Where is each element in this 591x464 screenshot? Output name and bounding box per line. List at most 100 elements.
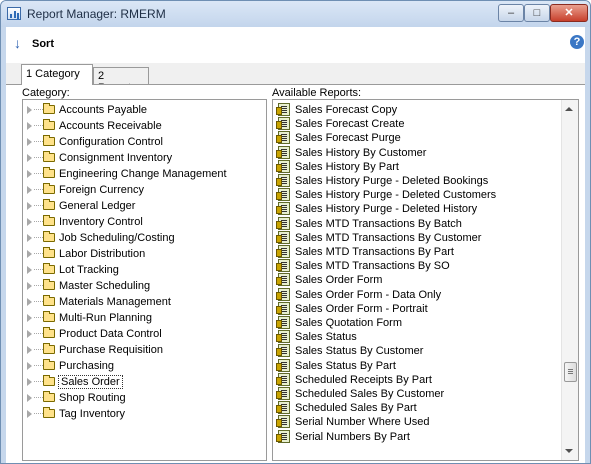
report-item[interactable]: Sales Forecast Create xyxy=(273,117,558,131)
category-item[interactable]: Consignment Inventory xyxy=(23,150,266,166)
scroll-down-arrow-icon[interactable] xyxy=(565,449,573,453)
report-item-label: Sales History Purge - Deleted Customers xyxy=(295,189,497,202)
expand-arrow-icon[interactable] xyxy=(27,250,32,258)
expand-arrow-icon[interactable] xyxy=(27,314,32,322)
available-reports-list[interactable]: Serial Numbers By Part Serial Number Wher… xyxy=(272,99,579,461)
expand-arrow-icon[interactable] xyxy=(27,378,32,386)
expand-arrow-icon[interactable] xyxy=(27,202,32,210)
report-item[interactable]: Sales MTD Transactions By Customer xyxy=(273,230,558,245)
category-item-label: Configuration Control xyxy=(59,136,163,148)
expand-arrow-icon[interactable] xyxy=(27,138,32,146)
report-item[interactable]: Serial Number Where Used xyxy=(273,415,558,429)
tab-category[interactable]: 1 Category xyxy=(21,64,93,85)
report-item[interactable]: Sales Order Form - Data Only xyxy=(273,287,558,302)
expand-arrow-icon[interactable] xyxy=(27,170,32,178)
maximize-button[interactable]: □ xyxy=(524,4,550,22)
category-item[interactable]: Foreign Currency xyxy=(23,182,266,198)
category-item[interactable]: General Ledger xyxy=(23,198,266,214)
expand-arrow-icon[interactable] xyxy=(27,122,32,130)
category-label: Category: xyxy=(22,87,70,99)
category-item-label: Master Scheduling xyxy=(59,280,151,292)
expand-arrow-icon[interactable] xyxy=(27,362,32,370)
category-item[interactable]: Materials Management xyxy=(23,294,266,310)
report-item[interactable]: Scheduled Receipts By Part xyxy=(273,372,558,387)
reports-scrollbar[interactable] xyxy=(561,100,578,460)
tree-connector xyxy=(34,349,43,350)
tree-connector xyxy=(34,253,43,254)
report-item-label: Sales MTD Transactions By Batch xyxy=(295,217,462,230)
report-manager-app-icon xyxy=(7,7,21,20)
expand-arrow-icon[interactable] xyxy=(27,394,32,402)
report-item[interactable]: Sales History Purge - Deleted History xyxy=(273,202,558,216)
tree-connector xyxy=(34,317,43,318)
report-item-label: Scheduled Sales By Part xyxy=(295,402,417,415)
category-item[interactable]: Configuration Control xyxy=(23,134,266,150)
expand-arrow-icon[interactable] xyxy=(27,106,32,114)
category-item[interactable]: Multi-Run Planning xyxy=(23,310,266,326)
folder-icon xyxy=(43,135,55,146)
report-document-icon xyxy=(276,245,290,258)
report-item[interactable]: Sales Status xyxy=(273,330,558,344)
scrollbar-thumb[interactable] xyxy=(564,362,577,382)
expand-arrow-icon[interactable] xyxy=(27,218,32,226)
report-document-icon xyxy=(276,330,290,344)
help-icon[interactable]: ? xyxy=(570,35,584,49)
category-item[interactable]: Sales Order xyxy=(23,374,266,390)
report-item[interactable]: Sales Order Form xyxy=(273,273,558,287)
category-item[interactable]: Labor Distribution xyxy=(23,246,266,262)
report-item[interactable]: Sales MTD Transactions By Batch xyxy=(273,216,558,231)
category-item[interactable]: Purchasing xyxy=(23,358,266,374)
tab-reports[interactable]: 2 Reports xyxy=(93,67,149,94)
report-item[interactable]: Sales History Purge - Deleted Bookings xyxy=(273,174,558,188)
scroll-up-arrow-icon[interactable] xyxy=(565,107,573,111)
folder-icon xyxy=(43,103,55,114)
category-item[interactable]: Purchase Requisition xyxy=(23,342,266,358)
expand-arrow-icon[interactable] xyxy=(27,234,32,242)
category-item-label: Accounts Receivable xyxy=(59,120,162,132)
category-item-label: Inventory Control xyxy=(59,216,143,228)
report-item[interactable]: Sales History By Customer xyxy=(273,145,558,160)
category-item[interactable]: Inventory Control xyxy=(23,214,266,230)
expand-arrow-icon[interactable] xyxy=(27,186,32,194)
folder-icon xyxy=(43,407,55,418)
minimize-button[interactable]: – xyxy=(498,4,524,22)
report-item[interactable]: Sales MTD Transactions By SO xyxy=(273,259,558,273)
category-item[interactable]: Shop Routing xyxy=(23,390,266,406)
category-item[interactable]: Product Data Control xyxy=(23,326,266,342)
report-item[interactable]: Sales MTD Transactions By Part xyxy=(273,245,558,259)
report-item[interactable]: Sales Status By Customer xyxy=(273,344,558,358)
category-item[interactable]: Tag Inventory xyxy=(23,406,266,422)
category-item[interactable]: Engineering Change Management xyxy=(23,166,266,182)
category-tree[interactable]: Accounts Payable Accounts Receivable Confi… xyxy=(22,99,267,461)
expand-arrow-icon[interactable] xyxy=(27,282,32,290)
expand-arrow-icon[interactable] xyxy=(27,346,32,354)
report-item[interactable]: Sales Forecast Copy xyxy=(273,103,558,117)
expand-arrow-icon[interactable] xyxy=(27,266,32,274)
category-item[interactable]: Accounts Receivable xyxy=(23,118,266,134)
tab-strip: 1 Category 2 Reports xyxy=(6,63,585,94)
expand-arrow-icon[interactable] xyxy=(27,330,32,338)
report-item[interactable]: Sales Forecast Purge xyxy=(273,131,558,145)
expand-arrow-icon[interactable] xyxy=(27,298,32,306)
sort-label: Sort xyxy=(32,38,54,50)
report-item[interactable]: Sales Status By Part xyxy=(273,358,558,373)
report-item[interactable]: Sales Quotation Form xyxy=(273,316,558,330)
category-item[interactable]: Accounts Payable xyxy=(23,102,266,118)
report-item[interactable]: Sales Order Form - Portrait xyxy=(273,301,558,316)
report-item-label: Sales Status By Part xyxy=(295,359,396,372)
report-item[interactable]: Sales History Purge - Deleted Customers xyxy=(273,188,558,202)
report-item-label: Sales History Purge - Deleted Bookings xyxy=(295,175,489,187)
report-item[interactable]: Scheduled Sales By Part xyxy=(273,401,558,415)
category-item[interactable]: Lot Tracking xyxy=(23,262,266,278)
report-item-label: Serial Number Where Used xyxy=(295,416,430,429)
report-item[interactable]: Scheduled Sales By Customer xyxy=(273,387,558,401)
expand-arrow-icon[interactable] xyxy=(27,154,32,162)
close-button[interactable]: ✕ xyxy=(550,4,588,22)
title-bar[interactable]: Report Manager: RMERM – □ ✕ xyxy=(1,1,590,27)
category-item[interactable]: Job Scheduling/Costing xyxy=(23,230,266,246)
report-item[interactable]: Sales History By Part xyxy=(273,159,558,174)
report-item[interactable]: Serial Numbers By Part xyxy=(273,429,558,444)
category-item[interactable]: Master Scheduling xyxy=(23,278,266,294)
report-item-label: Scheduled Receipts By Part xyxy=(295,373,432,386)
expand-arrow-icon[interactable] xyxy=(27,410,32,418)
